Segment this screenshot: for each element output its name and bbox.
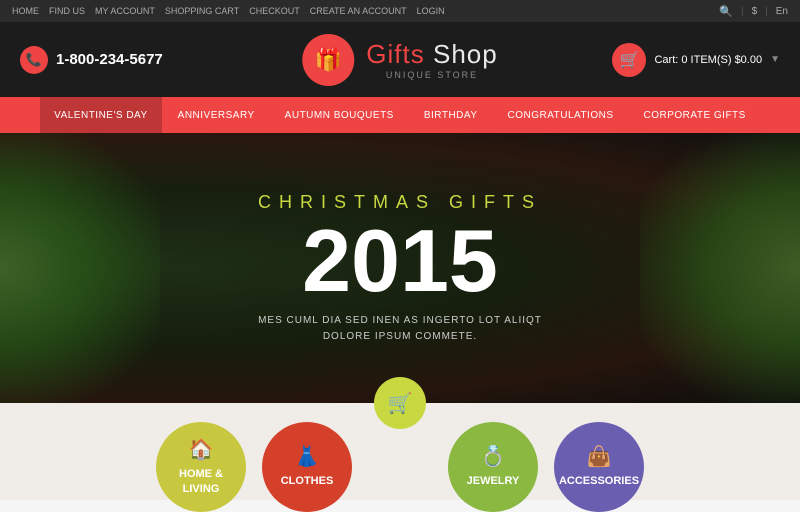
clothes-icon: 👗: [295, 444, 320, 470]
cart-price: $0.00: [735, 54, 763, 66]
header: 📞 1-800-234-5677 🎁 Gifts Shop UNIQUE STO…: [0, 22, 800, 97]
home-living-icon: 🏠: [189, 437, 214, 463]
home-living-label: HOME &LIVING: [179, 467, 223, 496]
nav-shopping-cart[interactable]: Shopping Cart: [165, 6, 239, 16]
logo-accent-text: Shop: [433, 39, 498, 69]
top-bar-links: Home Find Us My Account Shopping Cart Ch…: [12, 6, 445, 16]
accessories-label: ACCESSORIES: [559, 474, 639, 488]
hero-content: CHRISTMAS GIFTS 2015 MES CUML DIA SED IN…: [258, 192, 542, 345]
nav-find-us[interactable]: Find Us: [49, 6, 85, 16]
nav-create-account[interactable]: Create an Account: [310, 6, 407, 16]
hero-year: 2015: [258, 217, 542, 305]
logo-subtitle: UNIQUE STORE: [366, 70, 497, 80]
logo-title: Gifts Shop: [366, 39, 497, 70]
language-selector[interactable]: En: [776, 6, 788, 17]
logo-icon: 🎁: [302, 34, 354, 86]
search-icon[interactable]: 🔍: [719, 5, 733, 18]
jewelry-icon: 💍: [481, 444, 506, 470]
cart-text: Cart: 0 ITEM(S) $0.00: [654, 54, 762, 66]
category-accessories[interactable]: 👜 ACCESSORIES: [554, 422, 644, 512]
hero-desc-line2: DOLORE IPSUM COMMETE.: [258, 329, 542, 345]
phone-number: 1-800-234-5677: [56, 51, 163, 68]
nav-login[interactable]: Login: [417, 6, 445, 16]
nav-my-account[interactable]: My Account: [95, 6, 155, 16]
phone-icon: 📞: [20, 46, 48, 74]
cart-label: Cart:: [654, 54, 678, 66]
cart-items: 0 ITEM(S): [681, 54, 731, 66]
nav-home[interactable]: Home: [12, 6, 39, 16]
logo-area: 🎁 Gifts Shop UNIQUE STORE: [302, 34, 497, 86]
nav-congratulations[interactable]: CONGRATULATIONS: [493, 97, 627, 133]
hero-section: CHRISTMAS GIFTS 2015 MES CUML DIA SED IN…: [0, 133, 800, 403]
accessories-icon: 👜: [587, 444, 612, 470]
hero-desc-line1: MES CUML DIA SED INEN AS INGERTO LOT ALI…: [258, 313, 542, 329]
hero-description: MES CUML DIA SED INEN AS INGERTO LOT ALI…: [258, 313, 542, 345]
logo-text: Gifts Shop UNIQUE STORE: [366, 39, 497, 80]
nav-corporate[interactable]: CORPORATE GIFTS: [630, 97, 760, 133]
nav-autumn[interactable]: AUTUMN BOUQUETS: [271, 97, 408, 133]
pine-decoration-left: [0, 133, 160, 403]
hero-cart-button[interactable]: 🛒: [374, 377, 426, 429]
nav-checkout[interactable]: Checkout: [249, 6, 300, 16]
category-clothes[interactable]: 👗 CLOTHES: [262, 422, 352, 512]
cart-icon: 🛒: [612, 43, 646, 77]
category-jewelry[interactable]: 💍 JEWELRY: [448, 422, 538, 512]
nav-valentines[interactable]: VALENTINE'S DAY: [40, 97, 162, 133]
navigation: VALENTINE'S DAY ANNIVERSARY AUTUMN BOUQU…: [0, 97, 800, 133]
cart-dropdown-icon: ▼: [770, 54, 780, 65]
nav-birthday[interactable]: BIRTHDAY: [410, 97, 492, 133]
logo-main: Gifts: [366, 39, 424, 69]
top-bar: Home Find Us My Account Shopping Cart Ch…: [0, 0, 800, 22]
phone-area: 📞 1-800-234-5677: [20, 46, 163, 74]
pine-decoration-right: [640, 133, 800, 403]
category-home-living[interactable]: 🏠 HOME &LIVING: [156, 422, 246, 512]
cart-button[interactable]: 🛒 Cart: 0 ITEM(S) $0.00 ▼: [612, 43, 780, 77]
clothes-label: CLOTHES: [281, 474, 334, 488]
jewelry-label: JEWELRY: [467, 474, 520, 488]
hero-subtitle: CHRISTMAS GIFTS: [258, 192, 542, 213]
nav-anniversary[interactable]: ANNIVERSARY: [164, 97, 269, 133]
currency-selector[interactable]: $: [752, 6, 758, 17]
top-bar-actions: 🔍 | $ | En: [719, 5, 788, 18]
